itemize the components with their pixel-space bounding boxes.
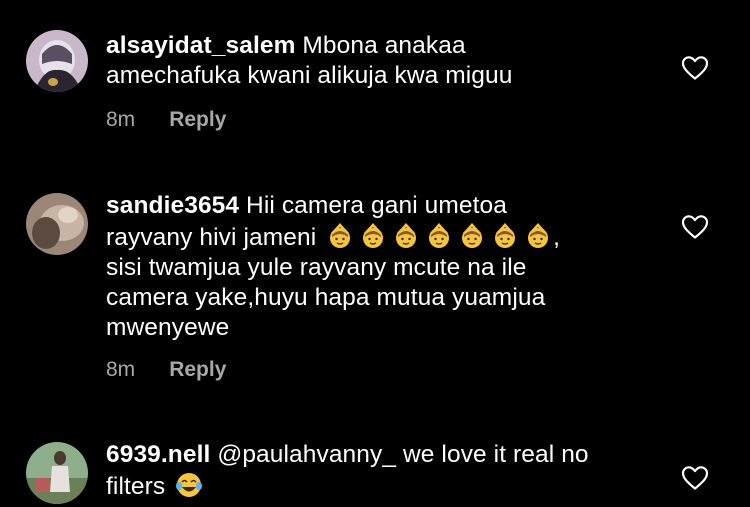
- avatar-6939-nell[interactable]: [26, 442, 88, 504]
- emoji-row: [174, 470, 204, 500]
- comment-username[interactable]: 6939.nell: [106, 441, 210, 468]
- comment-text: sisi twamjua yule rayvany mcute na ile: [106, 254, 527, 281]
- person-gesturing-ok-emoji-icon: [363, 223, 384, 248]
- like-heart-icon[interactable]: [681, 465, 709, 491]
- reply-button[interactable]: Reply: [169, 108, 226, 132]
- comment-username[interactable]: sandie3654: [106, 192, 239, 219]
- comment-username[interactable]: alsayidat_salem: [106, 32, 295, 59]
- comment-text: filters: [106, 473, 166, 500]
- comment-text: ,: [553, 224, 561, 251]
- comment-text: mwenyewe: [106, 314, 230, 341]
- person-gesturing-ok-emoji-icon: [396, 223, 417, 248]
- comment-text: Mbona anakaa: [302, 32, 466, 59]
- reply-button[interactable]: Reply: [169, 358, 226, 382]
- comment-text: rayvany hivi jameni: [106, 224, 317, 251]
- person-gesturing-ok-emoji-icon: [528, 223, 549, 248]
- tears-of-joy-emoji-icon: [176, 473, 203, 497]
- comment-1-meta: 8m Reply: [106, 108, 226, 132]
- comment-2-meta: 8m Reply: [106, 358, 226, 382]
- comment-time: 8m: [106, 358, 136, 381]
- avatar-sandie3654[interactable]: [26, 193, 88, 255]
- comment-1-text: alsayidat_salem Mbona anakaa amechafuka …: [106, 31, 646, 91]
- like-heart-icon[interactable]: [681, 214, 709, 240]
- emoji-row: [325, 221, 553, 251]
- avatar-alsayidat-salem[interactable]: [26, 30, 88, 92]
- comment-text: @paulahvanny_ we love it real no: [217, 441, 589, 468]
- person-gesturing-ok-emoji-icon: [495, 223, 516, 248]
- like-heart-icon[interactable]: [681, 55, 709, 81]
- comment-text: amechafuka kwani alikuja kwa miguu: [106, 62, 513, 89]
- comment-2-text: sandie3654 Hii camera gani umetoa rayvan…: [106, 191, 646, 343]
- comment-time: 8m: [106, 108, 136, 131]
- comment-text: camera yake,huyu hapa mutua yuamjua: [106, 284, 546, 311]
- person-gesturing-ok-emoji-icon: [462, 223, 483, 248]
- comment-text: Hii camera gani umetoa: [246, 192, 507, 219]
- comment-3-text: 6939.nell @paulahvanny_ we love it real …: [106, 440, 646, 502]
- person-gesturing-ok-emoji-icon: [330, 223, 351, 248]
- person-gesturing-ok-emoji-icon: [429, 223, 450, 248]
